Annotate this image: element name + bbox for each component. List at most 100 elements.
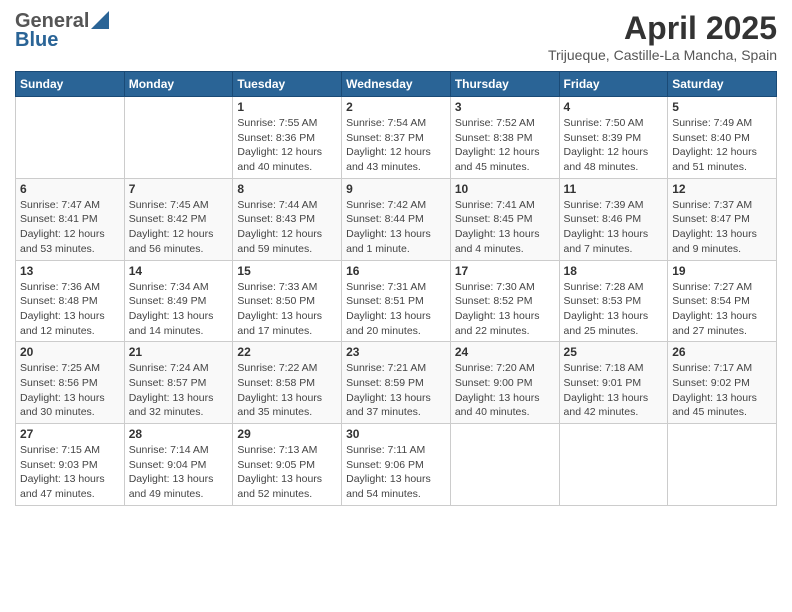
- day-info: Sunrise: 7:18 AMSunset: 9:01 PMDaylight:…: [564, 361, 664, 420]
- calendar-cell: [124, 97, 233, 179]
- calendar-cell: 9 Sunrise: 7:42 AMSunset: 8:44 PMDayligh…: [342, 178, 451, 260]
- month-title: April 2025: [548, 10, 777, 47]
- day-number: 29: [237, 427, 337, 441]
- calendar-cell: 26 Sunrise: 7:17 AMSunset: 9:02 PMDaylig…: [668, 342, 777, 424]
- day-number: 6: [20, 182, 120, 196]
- logo-icon: [91, 11, 109, 29]
- col-sunday: Sunday: [16, 72, 125, 97]
- calendar-cell: 8 Sunrise: 7:44 AMSunset: 8:43 PMDayligh…: [233, 178, 342, 260]
- day-info: Sunrise: 7:33 AMSunset: 8:50 PMDaylight:…: [237, 280, 337, 339]
- col-saturday: Saturday: [668, 72, 777, 97]
- day-number: 14: [129, 264, 229, 278]
- calendar-week-3: 13 Sunrise: 7:36 AMSunset: 8:48 PMDaylig…: [16, 260, 777, 342]
- day-info: Sunrise: 7:14 AMSunset: 9:04 PMDaylight:…: [129, 443, 229, 502]
- calendar-cell: 4 Sunrise: 7:50 AMSunset: 8:39 PMDayligh…: [559, 97, 668, 179]
- day-info: Sunrise: 7:50 AMSunset: 8:39 PMDaylight:…: [564, 116, 664, 175]
- calendar-cell: 11 Sunrise: 7:39 AMSunset: 8:46 PMDaylig…: [559, 178, 668, 260]
- day-info: Sunrise: 7:20 AMSunset: 9:00 PMDaylight:…: [455, 361, 555, 420]
- calendar-cell: [16, 97, 125, 179]
- day-number: 22: [237, 345, 337, 359]
- calendar-cell: 19 Sunrise: 7:27 AMSunset: 8:54 PMDaylig…: [668, 260, 777, 342]
- day-number: 13: [20, 264, 120, 278]
- calendar-cell: 24 Sunrise: 7:20 AMSunset: 9:00 PMDaylig…: [450, 342, 559, 424]
- calendar-table: Sunday Monday Tuesday Wednesday Thursday…: [15, 71, 777, 506]
- calendar-cell: 1 Sunrise: 7:55 AMSunset: 8:36 PMDayligh…: [233, 97, 342, 179]
- logo: General Blue: [15, 10, 109, 52]
- day-info: Sunrise: 7:31 AMSunset: 8:51 PMDaylight:…: [346, 280, 446, 339]
- calendar-week-4: 20 Sunrise: 7:25 AMSunset: 8:56 PMDaylig…: [16, 342, 777, 424]
- calendar-cell: 12 Sunrise: 7:37 AMSunset: 8:47 PMDaylig…: [668, 178, 777, 260]
- day-info: Sunrise: 7:49 AMSunset: 8:40 PMDaylight:…: [672, 116, 772, 175]
- day-info: Sunrise: 7:55 AMSunset: 8:36 PMDaylight:…: [237, 116, 337, 175]
- calendar-cell: 25 Sunrise: 7:18 AMSunset: 9:01 PMDaylig…: [559, 342, 668, 424]
- day-info: Sunrise: 7:47 AMSunset: 8:41 PMDaylight:…: [20, 198, 120, 257]
- day-number: 10: [455, 182, 555, 196]
- day-info: Sunrise: 7:41 AMSunset: 8:45 PMDaylight:…: [455, 198, 555, 257]
- day-number: 28: [129, 427, 229, 441]
- day-info: Sunrise: 7:37 AMSunset: 8:47 PMDaylight:…: [672, 198, 772, 257]
- day-info: Sunrise: 7:42 AMSunset: 8:44 PMDaylight:…: [346, 198, 446, 257]
- calendar-cell: 29 Sunrise: 7:13 AMSunset: 9:05 PMDaylig…: [233, 424, 342, 506]
- calendar-cell: 5 Sunrise: 7:49 AMSunset: 8:40 PMDayligh…: [668, 97, 777, 179]
- day-info: Sunrise: 7:52 AMSunset: 8:38 PMDaylight:…: [455, 116, 555, 175]
- calendar-week-2: 6 Sunrise: 7:47 AMSunset: 8:41 PMDayligh…: [16, 178, 777, 260]
- day-info: Sunrise: 7:27 AMSunset: 8:54 PMDaylight:…: [672, 280, 772, 339]
- calendar-cell: 3 Sunrise: 7:52 AMSunset: 8:38 PMDayligh…: [450, 97, 559, 179]
- day-number: 26: [672, 345, 772, 359]
- calendar-cell: 30 Sunrise: 7:11 AMSunset: 9:06 PMDaylig…: [342, 424, 451, 506]
- calendar-cell: 6 Sunrise: 7:47 AMSunset: 8:41 PMDayligh…: [16, 178, 125, 260]
- day-info: Sunrise: 7:36 AMSunset: 8:48 PMDaylight:…: [20, 280, 120, 339]
- day-info: Sunrise: 7:15 AMSunset: 9:03 PMDaylight:…: [20, 443, 120, 502]
- calendar-cell: 23 Sunrise: 7:21 AMSunset: 8:59 PMDaylig…: [342, 342, 451, 424]
- day-number: 19: [672, 264, 772, 278]
- day-number: 21: [129, 345, 229, 359]
- day-info: Sunrise: 7:34 AMSunset: 8:49 PMDaylight:…: [129, 280, 229, 339]
- calendar-cell: 10 Sunrise: 7:41 AMSunset: 8:45 PMDaylig…: [450, 178, 559, 260]
- logo-blue: Blue: [15, 29, 58, 52]
- col-friday: Friday: [559, 72, 668, 97]
- day-info: Sunrise: 7:22 AMSunset: 8:58 PMDaylight:…: [237, 361, 337, 420]
- day-info: Sunrise: 7:30 AMSunset: 8:52 PMDaylight:…: [455, 280, 555, 339]
- day-info: Sunrise: 7:11 AMSunset: 9:06 PMDaylight:…: [346, 443, 446, 502]
- calendar-week-5: 27 Sunrise: 7:15 AMSunset: 9:03 PMDaylig…: [16, 424, 777, 506]
- calendar-cell: [450, 424, 559, 506]
- day-info: Sunrise: 7:24 AMSunset: 8:57 PMDaylight:…: [129, 361, 229, 420]
- calendar-cell: 15 Sunrise: 7:33 AMSunset: 8:50 PMDaylig…: [233, 260, 342, 342]
- day-number: 27: [20, 427, 120, 441]
- day-number: 1: [237, 100, 337, 114]
- calendar-cell: 13 Sunrise: 7:36 AMSunset: 8:48 PMDaylig…: [16, 260, 125, 342]
- col-monday: Monday: [124, 72, 233, 97]
- calendar-cell: 20 Sunrise: 7:25 AMSunset: 8:56 PMDaylig…: [16, 342, 125, 424]
- col-thursday: Thursday: [450, 72, 559, 97]
- col-tuesday: Tuesday: [233, 72, 342, 97]
- day-number: 16: [346, 264, 446, 278]
- day-info: Sunrise: 7:28 AMSunset: 8:53 PMDaylight:…: [564, 280, 664, 339]
- calendar-cell: 28 Sunrise: 7:14 AMSunset: 9:04 PMDaylig…: [124, 424, 233, 506]
- calendar-cell: 14 Sunrise: 7:34 AMSunset: 8:49 PMDaylig…: [124, 260, 233, 342]
- calendar-cell: 2 Sunrise: 7:54 AMSunset: 8:37 PMDayligh…: [342, 97, 451, 179]
- day-number: 23: [346, 345, 446, 359]
- day-number: 18: [564, 264, 664, 278]
- location: Trijueque, Castille-La Mancha, Spain: [548, 47, 777, 63]
- day-info: Sunrise: 7:21 AMSunset: 8:59 PMDaylight:…: [346, 361, 446, 420]
- calendar-cell: 21 Sunrise: 7:24 AMSunset: 8:57 PMDaylig…: [124, 342, 233, 424]
- day-number: 20: [20, 345, 120, 359]
- day-number: 25: [564, 345, 664, 359]
- calendar-cell: 17 Sunrise: 7:30 AMSunset: 8:52 PMDaylig…: [450, 260, 559, 342]
- calendar-header-row: Sunday Monday Tuesday Wednesday Thursday…: [16, 72, 777, 97]
- calendar-week-1: 1 Sunrise: 7:55 AMSunset: 8:36 PMDayligh…: [16, 97, 777, 179]
- day-number: 2: [346, 100, 446, 114]
- page-container: General Blue April 2025 Trijueque, Casti…: [0, 0, 792, 516]
- day-info: Sunrise: 7:54 AMSunset: 8:37 PMDaylight:…: [346, 116, 446, 175]
- day-info: Sunrise: 7:45 AMSunset: 8:42 PMDaylight:…: [129, 198, 229, 257]
- page-header: General Blue April 2025 Trijueque, Casti…: [15, 10, 777, 63]
- day-number: 4: [564, 100, 664, 114]
- calendar-cell: 27 Sunrise: 7:15 AMSunset: 9:03 PMDaylig…: [16, 424, 125, 506]
- day-info: Sunrise: 7:25 AMSunset: 8:56 PMDaylight:…: [20, 361, 120, 420]
- day-number: 7: [129, 182, 229, 196]
- calendar-cell: 18 Sunrise: 7:28 AMSunset: 8:53 PMDaylig…: [559, 260, 668, 342]
- calendar-cell: 22 Sunrise: 7:22 AMSunset: 8:58 PMDaylig…: [233, 342, 342, 424]
- day-info: Sunrise: 7:13 AMSunset: 9:05 PMDaylight:…: [237, 443, 337, 502]
- day-number: 15: [237, 264, 337, 278]
- day-info: Sunrise: 7:44 AMSunset: 8:43 PMDaylight:…: [237, 198, 337, 257]
